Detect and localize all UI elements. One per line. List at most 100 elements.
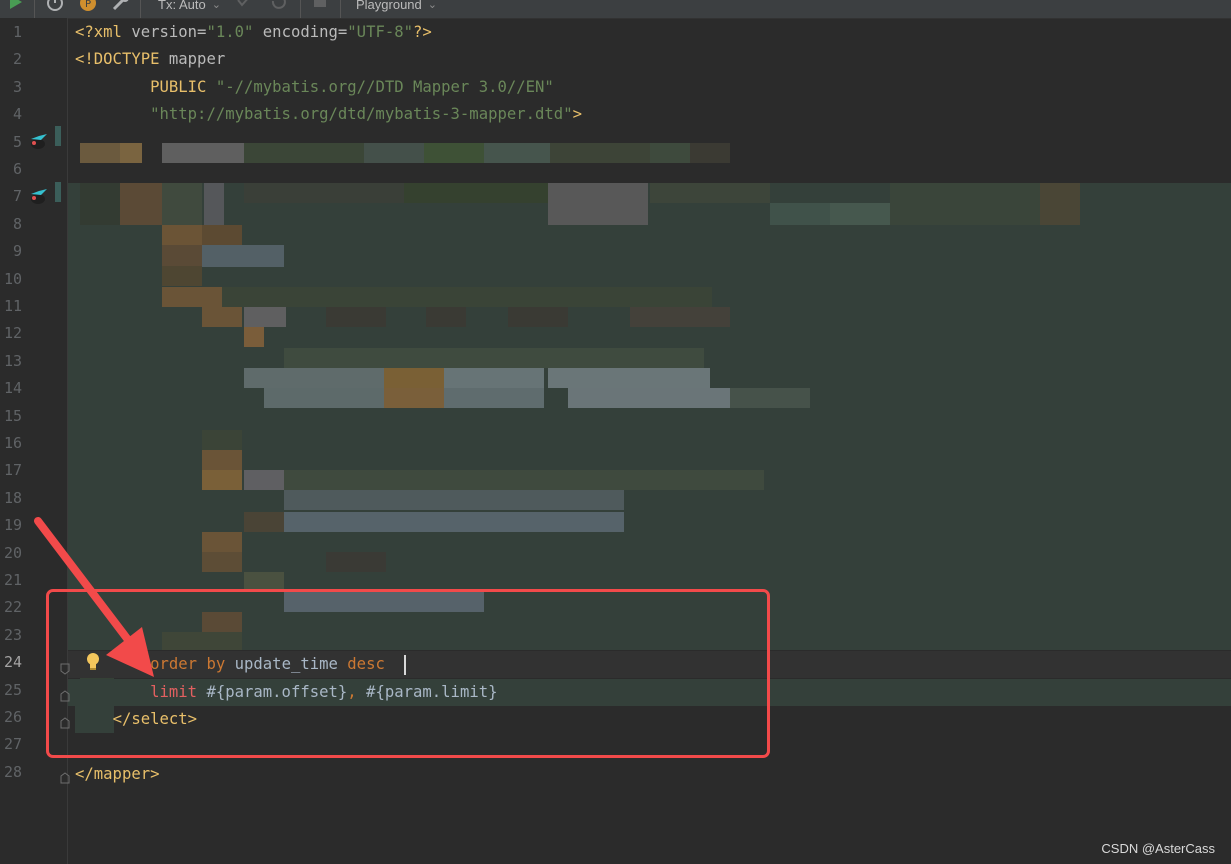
pixel-block bbox=[548, 183, 648, 225]
code-line-3[interactable]: PUBLIC "-//mybatis.org//DTD Mapper 3.0//… bbox=[75, 74, 554, 101]
pixel-block bbox=[202, 450, 242, 470]
pixel-block bbox=[244, 183, 404, 203]
rollback-icon[interactable] bbox=[270, 0, 286, 14]
line-number[interactable]: 12 bbox=[0, 320, 22, 347]
pixel-block bbox=[162, 245, 202, 267]
pixel-block bbox=[202, 225, 242, 245]
line-number[interactable]: 20 bbox=[0, 540, 22, 567]
line-number[interactable]: 17 bbox=[0, 457, 22, 484]
line-number[interactable]: 13 bbox=[0, 348, 22, 375]
line-number[interactable]: 24 bbox=[0, 649, 22, 676]
doctype-system-id: "http://mybatis.org/dtd/mybatis-3-mapper… bbox=[150, 105, 573, 123]
line-number[interactable]: 15 bbox=[0, 403, 22, 430]
pixel-block bbox=[80, 183, 120, 225]
line-number[interactable]: 23 bbox=[0, 622, 22, 649]
transaction-mode-label: Tx: Auto bbox=[158, 0, 206, 12]
run-icon[interactable] bbox=[8, 0, 24, 14]
toolbar: P Tx: Auto ⌄ Playground ⌄ bbox=[0, 0, 1231, 19]
line-number[interactable]: 11 bbox=[0, 293, 22, 320]
line-number[interactable]: 18 bbox=[0, 485, 22, 512]
pixel-block bbox=[630, 307, 730, 327]
watermark: CSDN @AsterCass bbox=[1101, 841, 1215, 856]
line-number[interactable]: 6 bbox=[0, 156, 22, 183]
chevron-down-icon: ⌄ bbox=[211, 0, 221, 11]
fold-icon[interactable] bbox=[60, 769, 70, 784]
code-line-2[interactable]: <!DOCTYPE mapper bbox=[75, 46, 225, 73]
line-number[interactable]: 5 bbox=[0, 129, 22, 156]
stop-icon[interactable] bbox=[313, 0, 327, 14]
pixel-block bbox=[244, 307, 286, 327]
wrench-icon[interactable] bbox=[112, 0, 130, 14]
playground-label: Playground bbox=[356, 0, 422, 12]
pixel-block bbox=[204, 183, 224, 225]
toolbar-separator bbox=[340, 0, 341, 18]
toolbar-separator bbox=[34, 0, 35, 18]
pixel-block bbox=[484, 143, 550, 163]
xml-attr-encoding: encoding= bbox=[253, 23, 348, 41]
pixel-block bbox=[650, 183, 770, 203]
pixel-block bbox=[202, 307, 242, 327]
pixel-block bbox=[244, 368, 384, 388]
pixel-block bbox=[244, 327, 264, 347]
pixel-block bbox=[162, 143, 244, 163]
line-number[interactable]: 1 bbox=[0, 19, 22, 46]
line-number[interactable]: 14 bbox=[0, 375, 22, 402]
line-number[interactable]: 2 bbox=[0, 46, 22, 73]
chevron-down-icon: ⌄ bbox=[427, 0, 437, 11]
pixel-block bbox=[202, 532, 242, 552]
line-number[interactable]: 21 bbox=[0, 567, 22, 594]
line-number[interactable]: 7 bbox=[0, 183, 22, 210]
pixel-block bbox=[244, 143, 364, 163]
pixel-block bbox=[284, 348, 704, 368]
pixel-block bbox=[1040, 183, 1080, 225]
code-line-28[interactable]: </mapper> bbox=[75, 761, 160, 788]
line-number[interactable]: 26 bbox=[0, 704, 22, 731]
commit-icon[interactable]: P bbox=[79, 0, 97, 14]
history-icon[interactable] bbox=[46, 0, 64, 14]
line-number[interactable]: 19 bbox=[0, 512, 22, 539]
doctype-public: PUBLIC bbox=[150, 78, 207, 96]
mapper-close-tag: </mapper> bbox=[75, 765, 160, 783]
transaction-mode-dropdown[interactable]: Tx: Auto ⌄ bbox=[158, 0, 221, 14]
pixel-block bbox=[162, 225, 202, 245]
pixel-block bbox=[202, 470, 242, 490]
line-number[interactable]: 8 bbox=[0, 211, 22, 238]
pixel-block bbox=[830, 203, 890, 225]
pixel-block bbox=[384, 368, 444, 388]
playground-dropdown[interactable]: Playground ⌄ bbox=[356, 0, 437, 14]
pixel-block bbox=[730, 388, 810, 408]
line-number[interactable]: 3 bbox=[0, 74, 22, 101]
line-number[interactable]: 28 bbox=[0, 759, 22, 786]
xml-decl-open: <?xml bbox=[75, 23, 122, 41]
change-marker bbox=[55, 182, 61, 202]
pixel-block bbox=[264, 388, 384, 408]
mapper-bird-icon[interactable] bbox=[27, 186, 51, 212]
line-number[interactable]: 10 bbox=[0, 266, 22, 293]
line-number[interactable]: 22 bbox=[0, 594, 22, 621]
pixel-block bbox=[162, 287, 222, 307]
toolbar-separator bbox=[300, 0, 301, 18]
line-number[interactable]: 16 bbox=[0, 430, 22, 457]
pixel-block bbox=[120, 183, 162, 225]
code-line-1[interactable]: <?xml version="1.0" encoding="UTF-8"?> bbox=[75, 19, 432, 46]
pixel-block bbox=[326, 307, 386, 327]
pixel-block bbox=[80, 143, 120, 163]
pixel-block bbox=[202, 245, 284, 267]
code-line-4[interactable]: "http://mybatis.org/dtd/mybatis-3-mapper… bbox=[75, 101, 582, 128]
commit-check-icon[interactable] bbox=[236, 0, 252, 14]
pixel-block bbox=[120, 143, 142, 163]
line-number[interactable]: 9 bbox=[0, 238, 22, 265]
pixel-block bbox=[244, 512, 284, 532]
xml-value-version: "1.0" bbox=[206, 23, 254, 41]
xml-value-encoding: "UTF-8" bbox=[347, 23, 414, 41]
line-number[interactable]: 4 bbox=[0, 101, 22, 128]
line-number[interactable]: 27 bbox=[0, 731, 22, 758]
pixel-block bbox=[326, 552, 386, 572]
line-number[interactable]: 25 bbox=[0, 677, 22, 704]
doctype-name: mapper bbox=[159, 50, 226, 68]
mapper-bird-icon[interactable] bbox=[27, 131, 51, 157]
pixel-block bbox=[424, 143, 484, 163]
pixel-block bbox=[222, 287, 712, 307]
pixel-block bbox=[284, 512, 624, 532]
